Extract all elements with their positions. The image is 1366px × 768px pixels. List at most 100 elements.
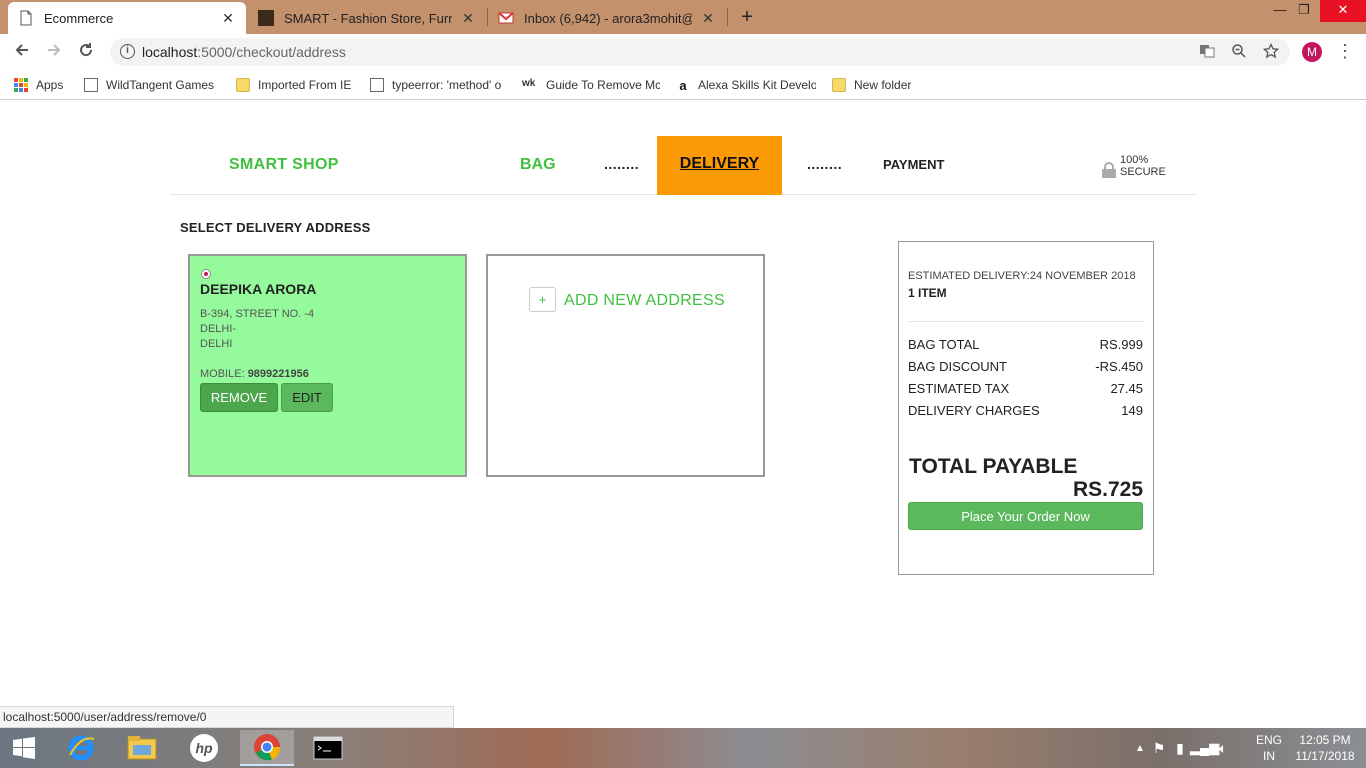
place-order-button[interactable]: Place Your Order Now: [908, 502, 1143, 530]
address-card-selected[interactable]: DEEPIKA ARORA B-394, STREET NO. -4 DELHI…: [188, 254, 467, 477]
arrow-left-icon: [15, 44, 28, 56]
row-value: 149: [1121, 403, 1143, 418]
row-label: BAG TOTAL: [908, 337, 980, 352]
bookmark-wildtangent[interactable]: WildTangent Games (: [84, 76, 218, 94]
order-summary: ESTIMATED DELIVERY:24 NOVEMBER 2018 1 IT…: [898, 241, 1154, 575]
checkout-page: SMART SHOP BAG ........ DELIVERY .......…: [0, 101, 1366, 706]
secure-label: 100% SECURE: [1120, 154, 1166, 178]
plus-icon[interactable]: +: [529, 287, 556, 312]
step-bag[interactable]: BAG: [520, 156, 556, 174]
add-address-card[interactable]: + ADD NEW ADDRESS: [486, 254, 765, 477]
windows-start-button[interactable]: [0, 730, 48, 766]
step-delivery[interactable]: DELIVERY: [657, 136, 782, 195]
bookmark-guide-remove[interactable]: wk Guide To Remove Mc: [522, 76, 660, 94]
clock-time: 12:05 PM: [1299, 733, 1351, 747]
reload-button[interactable]: [74, 40, 98, 64]
mobile-label: MOBILE:: [200, 368, 245, 380]
zoom-icon[interactable]: [1230, 43, 1248, 61]
bookmark-label: Imported From IE: [258, 78, 352, 92]
info-icon[interactable]: i: [120, 44, 135, 59]
hp-icon[interactable]: hp: [180, 730, 228, 766]
bookmark-label: Apps: [36, 78, 64, 92]
lock-icon: [1102, 162, 1116, 178]
bookmark-new-folder[interactable]: New folder: [832, 76, 911, 94]
tab-title: Inbox (6,942) - arora3mohit@gm: [524, 10, 692, 26]
language-indicator[interactable]: ENG IN: [1254, 732, 1284, 764]
arrow-right-icon: [48, 44, 61, 56]
bookmark-typeerror[interactable]: typeerror: 'method' o: [370, 76, 504, 94]
battery-icon[interactable]: ▮: [1170, 740, 1190, 757]
browser-tab-strip: Ecommerce ✕ SMART - Fashion Store, Furni…: [0, 0, 1366, 34]
tab-title: SMART - Fashion Store, Furniture: [284, 10, 452, 26]
volume-icon[interactable]: 🔈︎: [1212, 740, 1234, 757]
row-label: DELIVERY CHARGES: [908, 403, 1040, 418]
new-tab-button[interactable]: +: [736, 6, 758, 28]
restore-button[interactable]: ❐: [1287, 0, 1321, 22]
site-logo[interactable]: SMART SHOP: [229, 156, 339, 174]
address-mobile: MOBILE: 9899221956: [200, 368, 309, 380]
checkout-header: SMART SHOP BAG ........ DELIVERY .......…: [170, 136, 1197, 195]
flag-icon[interactable]: ⚑: [1148, 740, 1170, 757]
bookmark-label: typeerror: 'method' o: [392, 78, 502, 92]
folder-icon: [236, 78, 250, 92]
add-new-address-link[interactable]: ADD NEW ADDRESS: [564, 292, 725, 310]
gmail-icon: [498, 10, 514, 26]
bookmark-label: Alexa Skills Kit Develo: [698, 78, 816, 92]
edit-address-button[interactable]: EDIT: [281, 383, 333, 412]
step-separator: ........: [604, 156, 640, 172]
bookmark-imported-from-ie[interactable]: Imported From IE: [236, 76, 351, 94]
command-prompt-icon[interactable]: [303, 730, 353, 766]
star-icon[interactable]: [1262, 42, 1280, 61]
browser-toolbar: i localhost:5000/checkout/address M ⋮: [0, 34, 1366, 70]
divider: [908, 321, 1143, 322]
secure-badge: 100% SECURE: [1102, 154, 1197, 178]
clock-date: 11/17/2018: [1295, 749, 1355, 763]
language-code: ENG: [1255, 733, 1282, 747]
translate-icon[interactable]: [1198, 43, 1216, 61]
system-tray: ▲ ⚑ ▮ ▂▄▆ 🔈︎: [1132, 728, 1234, 768]
page-icon: [84, 78, 98, 92]
total-payable-label: TOTAL PAYABLE: [909, 455, 1078, 478]
close-icon[interactable]: ✕: [460, 10, 476, 27]
row-value: 27.45: [1110, 381, 1143, 396]
chrome-taskbar-icon[interactable]: [240, 730, 294, 766]
taskbar-clock[interactable]: 12:05 PM 11/17/2018: [1290, 732, 1360, 764]
page-icon: [18, 10, 34, 26]
bookmark-label: Guide To Remove Mc: [546, 78, 660, 92]
tab-gmail-inbox[interactable]: Inbox (6,942) - arora3mohit@gm ✕: [488, 2, 726, 34]
chevron-up-icon[interactable]: ▲: [1132, 743, 1148, 754]
amazon-icon: a: [679, 78, 687, 93]
address-radio[interactable]: [201, 269, 211, 279]
window-close-button[interactable]: ✕: [1320, 0, 1366, 22]
bookmark-alexa-skills[interactable]: a Alexa Skills Kit Develo: [676, 76, 816, 94]
signal-icon[interactable]: ▂▄▆: [1190, 740, 1219, 756]
url-text[interactable]: localhost:5000/checkout/address: [142, 44, 346, 60]
summary-row-delivery-charges: DELIVERY CHARGES 149: [908, 403, 1143, 418]
address-bar[interactable]: i localhost:5000/checkout/address: [110, 38, 1290, 66]
status-bar-link: localhost:5000/user/address/remove/0: [0, 706, 454, 728]
profile-avatar[interactable]: M: [1302, 42, 1322, 62]
total-payable-value: RS.725: [1072, 478, 1143, 501]
bookmark-label: New folder: [854, 78, 912, 92]
tab-ecommerce[interactable]: Ecommerce ✕: [8, 2, 246, 34]
internet-explorer-icon[interactable]: [57, 730, 105, 766]
forward-button[interactable]: [42, 40, 66, 64]
more-menu-icon[interactable]: ⋮: [1336, 40, 1354, 64]
bookmark-apps[interactable]: Apps: [14, 76, 63, 94]
close-icon[interactable]: ✕: [700, 10, 716, 27]
row-label: ESTIMATED TAX: [908, 381, 1010, 396]
back-button[interactable]: [10, 40, 34, 64]
remove-address-button[interactable]: REMOVE: [200, 383, 278, 412]
reload-icon: [80, 43, 93, 57]
address-name: DEEPIKA ARORA: [200, 281, 317, 297]
bookmarks-bar: Apps WildTangent Games ( Imported From I…: [0, 70, 1366, 100]
tab-smart-fashion[interactable]: SMART - Fashion Store, Furniture ✕: [248, 2, 486, 34]
close-icon[interactable]: ✕: [220, 10, 236, 27]
section-title: SELECT DELIVERY ADDRESS: [180, 220, 371, 235]
windows-logo-icon: [13, 737, 35, 759]
folder-icon: [832, 78, 846, 92]
address-line: B-394, STREET NO. -4: [200, 308, 315, 320]
file-explorer-icon[interactable]: [118, 730, 166, 766]
item-count: 1 ITEM: [908, 286, 947, 300]
apps-grid-icon: [14, 78, 28, 92]
